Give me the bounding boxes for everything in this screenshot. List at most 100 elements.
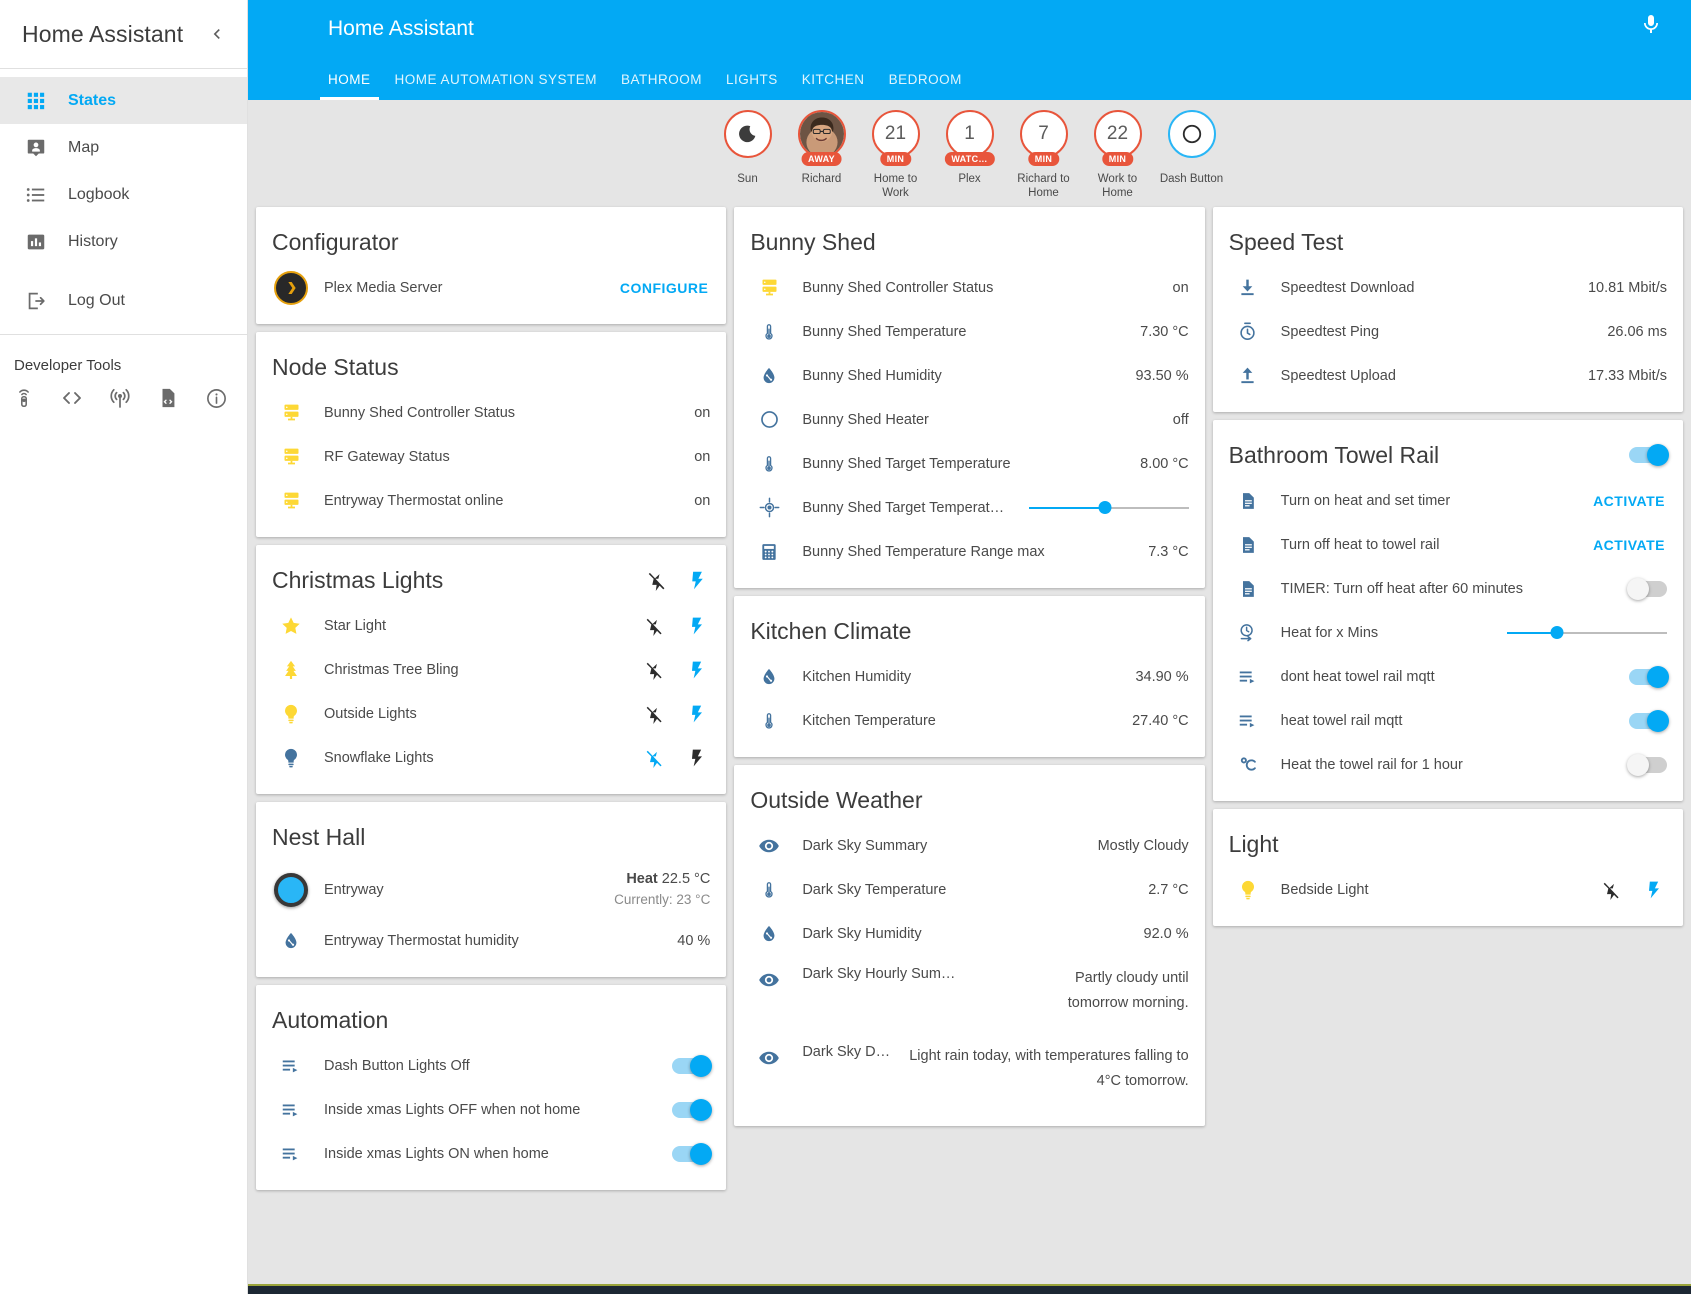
list-item[interactable]: RF Gateway Status on (272, 435, 710, 479)
badge-richard-to-home[interactable]: 7 MIN Richard to Home (1011, 110, 1077, 201)
list-item[interactable]: dont heat towel rail mqtt (1229, 655, 1669, 699)
sidebar-item-map[interactable]: Map (0, 124, 247, 171)
tab-kitchen[interactable]: KITCHEN (790, 72, 877, 100)
list-item-label: Entryway Thermostat humidity (324, 932, 519, 949)
list-item-label: Outside Lights (324, 705, 417, 722)
chevron-left-icon[interactable] (203, 20, 231, 48)
heat-minutes-slider[interactable] (1506, 623, 1667, 643)
automation-toggle[interactable] (672, 1142, 713, 1165)
card-configurator: Configurator Plex Media Server CONFIGURE (256, 206, 727, 324)
file-code-icon[interactable] (154, 384, 182, 412)
list-item[interactable]: TIMER: Turn off heat after 60 minutes (1229, 567, 1667, 611)
list-item[interactable]: Dark Sky Temperature 2.7 °C (750, 868, 1189, 912)
card-header: Node Status (272, 332, 710, 391)
list-item[interactable]: Bunny Shed Heater off (750, 398, 1189, 442)
list-item[interactable]: Speedtest Download 10.81 Mbit/s (1229, 266, 1667, 310)
sidebar-item-states[interactable]: States (0, 77, 247, 124)
list-item[interactable]: Dark Sky Hourly Sum… Partly cloudy until… (750, 956, 1189, 1034)
list-item[interactable]: Entryway Heat 22.5 °C Currently: 23 °C (272, 861, 710, 919)
list-item[interactable]: Kitchen Temperature 27.40 °C (750, 699, 1189, 743)
list-item[interactable]: Dark Sky Humidity 92.0 % (750, 912, 1189, 956)
list-item[interactable]: Bunny Shed Temperature Range max 7.3 °C (750, 530, 1189, 574)
activate-button[interactable]: ACTIVATE (1591, 533, 1667, 557)
badge-dash-button[interactable]: Dash Button (1159, 110, 1225, 186)
tab-home[interactable]: HOME (316, 72, 383, 100)
list-item[interactable]: Bunny Shed Humidity 93.50 % (750, 354, 1189, 398)
list-item[interactable]: Turn off heat to towel rail ACTIVATE (1229, 523, 1667, 567)
tab-lights[interactable]: LIGHTS (714, 72, 790, 100)
badge-sun[interactable]: Sun (715, 110, 781, 186)
card-title: Automation (272, 1006, 389, 1033)
flash-icon[interactable] (684, 657, 710, 683)
list-item[interactable]: Bedside Light (1229, 868, 1667, 912)
badge-richard[interactable]: AWAY Richard (789, 110, 855, 186)
list-item[interactable]: Plex Media Server CONFIGURE (272, 266, 710, 310)
list-item[interactable]: Bunny Shed Target Temperat… (750, 486, 1189, 530)
list-item[interactable]: Bunny Shed Target Temperature 8.00 °C (750, 442, 1189, 486)
list-item-label: heat towel rail mqtt (1280, 712, 1403, 729)
flash-off-icon[interactable] (642, 657, 668, 683)
badge-plex[interactable]: 1 WATC… Plex (937, 110, 1003, 186)
tab-home-automation-system[interactable]: HOME AUTOMATION SYSTEM (383, 72, 610, 100)
flash-off-icon[interactable] (1599, 877, 1625, 903)
flash-off-icon[interactable] (644, 567, 670, 593)
activate-button[interactable]: ACTIVATE (1591, 489, 1667, 513)
list-item[interactable]: Kitchen Humidity 34.90 % (750, 655, 1189, 699)
card-header: Outside Weather (750, 765, 1188, 824)
list-item[interactable]: Heat for x Mins (1229, 611, 1667, 655)
list-item[interactable]: Christmas Tree Bling (272, 648, 710, 692)
tab-bedroom[interactable]: BEDROOM (877, 72, 974, 100)
flash-off-icon[interactable] (642, 701, 668, 727)
sidebar-item-log-out[interactable]: Log Out (0, 277, 247, 324)
list-item[interactable]: Bunny Shed Temperature 7.30 °C (750, 310, 1189, 354)
list-item[interactable]: Speedtest Ping 26.06 ms (1229, 310, 1667, 354)
list-item[interactable]: Star Light (272, 604, 710, 648)
automation-toggle[interactable] (672, 1054, 713, 1077)
sidebar-item-logbook[interactable]: Logbook (0, 171, 247, 218)
flash-icon[interactable] (684, 613, 710, 639)
list-item[interactable]: Heat the towel rail for 1 hour (1229, 743, 1667, 787)
badge-unit-pill: WATC… (944, 152, 995, 166)
list-item[interactable]: Bunny Shed Controller Status on (750, 266, 1189, 310)
flash-off-icon[interactable] (642, 745, 668, 771)
flash-off-icon[interactable] (642, 613, 668, 639)
list-item[interactable]: Inside xmas Lights ON when home (272, 1132, 713, 1176)
flash-icon[interactable] (1641, 877, 1667, 903)
heat-one-hour-toggle[interactable] (1626, 753, 1667, 776)
list-item[interactable]: Dash Button Lights Off (272, 1044, 713, 1088)
target-temperature-slider[interactable] (1028, 498, 1189, 518)
list-item[interactable]: Bunny Shed Controller Status on (272, 391, 710, 435)
list-item-label: Dark Sky Hourly Sum… (802, 965, 956, 982)
automation-toggle[interactable] (1628, 665, 1669, 688)
list-item[interactable]: Inside xmas Lights OFF when not home (272, 1088, 713, 1132)
list-item[interactable]: Entryway Thermostat online on (272, 479, 710, 523)
badge-value: 1 (945, 110, 994, 158)
badge-work-to-home[interactable]: 22 MIN Work to Home (1085, 110, 1151, 201)
list-item[interactable]: Speedtest Upload 17.33 Mbit/s (1229, 354, 1667, 398)
automation-toggle[interactable] (672, 1098, 713, 1121)
code-tags-icon[interactable] (58, 384, 86, 412)
flash-icon[interactable] (684, 745, 710, 771)
broadcast-icon[interactable] (106, 384, 134, 412)
microphone-icon[interactable] (1639, 12, 1669, 42)
remote-icon[interactable] (10, 384, 38, 412)
list-item[interactable]: heat towel rail mqtt (1229, 699, 1669, 743)
information-icon[interactable] (202, 384, 230, 412)
list-item[interactable]: Outside Lights (272, 692, 710, 736)
flash-icon[interactable] (684, 567, 710, 593)
badge-home-to-work[interactable]: 21 MIN Home to Work (863, 110, 929, 201)
list-item[interactable]: Dark Sky Summary Mostly Cloudy (750, 824, 1189, 868)
configure-button[interactable]: CONFIGURE (618, 276, 711, 300)
sidebar-item-history[interactable]: History (0, 218, 247, 265)
list-item[interactable]: Entryway Thermostat humidity 40 % (272, 919, 710, 963)
list-item[interactable]: Dark Sky Dail… Light rain today, with te… (750, 1034, 1189, 1112)
list-item[interactable]: Turn on heat and set timer ACTIVATE (1229, 479, 1667, 523)
card-master-toggle[interactable] (1628, 444, 1669, 467)
automation-toggle[interactable] (1628, 709, 1669, 732)
list-item-label: Kitchen Temperature (802, 712, 936, 729)
list-item[interactable]: Snowflake Lights (272, 736, 710, 780)
timer-toggle[interactable] (1626, 577, 1667, 600)
timer-icon (1229, 318, 1267, 346)
flash-icon[interactable] (684, 701, 710, 727)
tab-bathroom[interactable]: BATHROOM (609, 72, 714, 100)
